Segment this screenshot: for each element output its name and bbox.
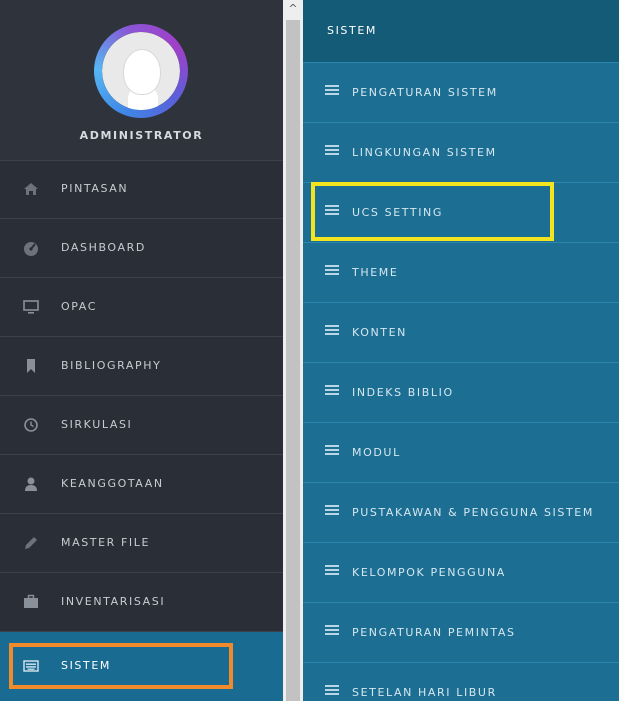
menu-lines-icon [325,85,339,95]
bookmark-icon [23,358,39,374]
submenu-item-lingkungan-sistem[interactable]: LINGKUNGAN SISTEM [303,122,619,182]
menu-lines-icon [325,325,339,335]
submenu-item-setelan-hari-libur[interactable]: SETELAN HARI LIBUR [303,662,619,701]
submenu-item-theme[interactable]: THEME [303,242,619,302]
pencil-icon [23,535,39,551]
menu-lines-icon [325,385,339,395]
submenu-item-ucs-setting[interactable]: UCS SETTING [303,182,619,242]
sidebar-item-label: INVENTARISASI [61,595,166,608]
submenu-item-label: UCS SETTING [352,206,443,219]
sidebar-item-sirkulasi[interactable]: SIRKULASI [0,396,283,455]
submenu-item-label: INDEKS BIBLIO [352,386,454,399]
scrollbar-thumb[interactable] [286,20,300,701]
submenu-item-label: THEME [352,266,399,279]
clock-icon [23,417,39,433]
submenu-item-label: SETELAN HARI LIBUR [352,686,497,699]
submenu-item-label: LINGKUNGAN SISTEM [352,146,497,159]
sidebar-item-label: DASHBOARD [61,241,146,254]
sidebar-item-label: SIRKULASI [61,418,133,431]
menu-lines-icon [325,445,339,455]
user-icon [23,476,39,492]
user-name: ADMINISTRATOR [79,129,204,142]
submenu-item-konten[interactable]: KONTEN [303,302,619,362]
sidebar-item-keanggotaan[interactable]: KEANGGOTAAN [0,455,283,514]
sidebar-item-inventarisasi[interactable]: INVENTARISASI [0,573,283,632]
submenu-item-label: PENGATURAN PEMINTAS [352,626,516,639]
submenu-title: SISTEM [327,24,377,37]
sidebar-item-label: KEANGGOTAAN [61,477,164,490]
menu-lines-icon [325,265,339,275]
submenu-item-pengaturan-pemintas[interactable]: PENGATURAN PEMINTAS [303,602,619,662]
dashboard-icon [23,240,39,256]
submenu-header: SISTEM [303,0,619,62]
sidebar-item-pintasan[interactable]: PINTASAN [0,160,283,219]
home-icon [23,181,39,197]
avatar-image [102,32,180,110]
sidebar-item-sistem[interactable]: SISTEM [0,632,283,701]
sidebar-scrollbar[interactable]: ^ [283,0,303,701]
submenu-panel: SISTEM PENGATURAN SISTEM LINGKUNGAN SIST… [303,0,619,701]
menu-lines-icon [325,685,339,695]
sidebar: ADMINISTRATOR PINTASAN DASHBOARD OPAC BI… [0,0,283,701]
submenu-item-label: KONTEN [352,326,407,339]
submenu-item-indeks-biblio[interactable]: INDEKS BIBLIO [303,362,619,422]
sidebar-item-opac[interactable]: OPAC [0,278,283,337]
menu-lines-icon [325,205,339,215]
sidebar-item-label: SISTEM [61,659,111,672]
menu-lines-icon [325,565,339,575]
sidebar-item-dashboard[interactable]: DASHBOARD [0,219,283,278]
user-profile: ADMINISTRATOR [0,0,283,161]
submenu-item-label: PENGATURAN SISTEM [352,86,498,99]
submenu-item-label: KELOMPOK PENGGUNA [352,566,506,579]
keyboard-icon [23,658,39,674]
submenu-item-pengaturan-sistem[interactable]: PENGATURAN SISTEM [303,62,619,122]
briefcase-icon [23,594,39,610]
sidebar-item-label: OPAC [61,300,98,313]
sidebar-item-label: PINTASAN [61,182,129,195]
sidebar-item-label: MASTER FILE [61,536,151,549]
submenu-item-kelompok-pengguna[interactable]: KELOMPOK PENGGUNA [303,542,619,602]
monitor-icon [23,299,39,315]
menu-lines-icon [325,505,339,515]
submenu-item-pustakawan-pengguna-sistem[interactable]: PUSTAKAWAN & PENGGUNA SISTEM [303,482,619,542]
sidebar-item-label: BIBLIOGRAPHY [61,359,162,372]
menu-lines-icon [325,625,339,635]
submenu-item-label: PUSTAKAWAN & PENGGUNA SISTEM [352,506,594,519]
submenu-item-label: MODUL [352,446,401,459]
menu-lines-icon [325,145,339,155]
scroll-up-arrow-icon[interactable]: ^ [283,0,303,18]
sidebar-item-master-file[interactable]: MASTER FILE [0,514,283,573]
sidebar-item-bibliography[interactable]: BIBLIOGRAPHY [0,337,283,396]
avatar[interactable] [94,24,188,118]
submenu-item-modul[interactable]: MODUL [303,422,619,482]
